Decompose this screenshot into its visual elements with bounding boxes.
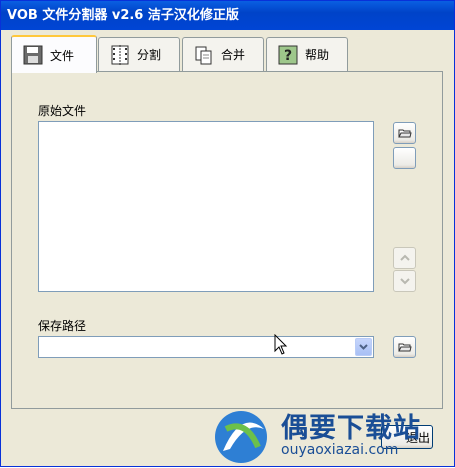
save-path-label: 保存路径 [38, 319, 87, 333]
watermark-brand: 偶要下载站 [281, 413, 421, 444]
tab-file-label: 文件 [50, 48, 75, 63]
split-film-icon [109, 44, 131, 66]
open-folder-icon [397, 343, 412, 352]
chevron-down-icon [399, 278, 410, 285]
save-path-combo[interactable] [38, 336, 374, 358]
help-question-icon: ? [277, 44, 299, 66]
svg-text:?: ? [284, 48, 292, 64]
chevron-down-icon [359, 344, 368, 350]
tab-help-label: 帮助 [305, 48, 330, 62]
window-title: VOB 文件分割器 v2.6 洁子汉化修正版 [7, 8, 239, 23]
tab-split-label: 分割 [137, 48, 162, 62]
floppy-disk-icon [22, 44, 44, 66]
tab-merge[interactable]: 合并 [182, 37, 264, 71]
chevron-up-icon [399, 254, 410, 261]
tab-panel-file: 原始文件 保存路径 [11, 71, 443, 409]
title-bar: VOB 文件分割器 v2.6 洁子汉化修正版 [1, 1, 454, 30]
combo-dropdown-button[interactable] [355, 338, 372, 356]
tab-split[interactable]: 分割 [98, 37, 180, 71]
source-file-list[interactable] [38, 121, 374, 292]
move-down-button[interactable] [393, 270, 416, 292]
open-folder-button[interactable] [393, 122, 416, 144]
tab-help[interactable]: ? 帮助 [266, 37, 348, 71]
mouse-cursor-icon [274, 334, 288, 355]
remove-file-button[interactable] [393, 147, 416, 169]
merge-pages-icon [193, 44, 215, 66]
browse-save-path-button[interactable] [393, 336, 416, 358]
tab-merge-label: 合并 [221, 48, 246, 62]
open-folder-icon [397, 129, 412, 138]
source-file-label: 原始文件 [38, 104, 87, 118]
move-up-button[interactable] [393, 247, 416, 269]
watermark-url: ouyaoxiazai.com [281, 442, 399, 458]
tab-file[interactable]: 文件 [11, 35, 97, 73]
app-window: VOB 文件分割器 v2.6 洁子汉化修正版 文件 分割 合并 ? 帮助 原始文… [0, 0, 455, 467]
